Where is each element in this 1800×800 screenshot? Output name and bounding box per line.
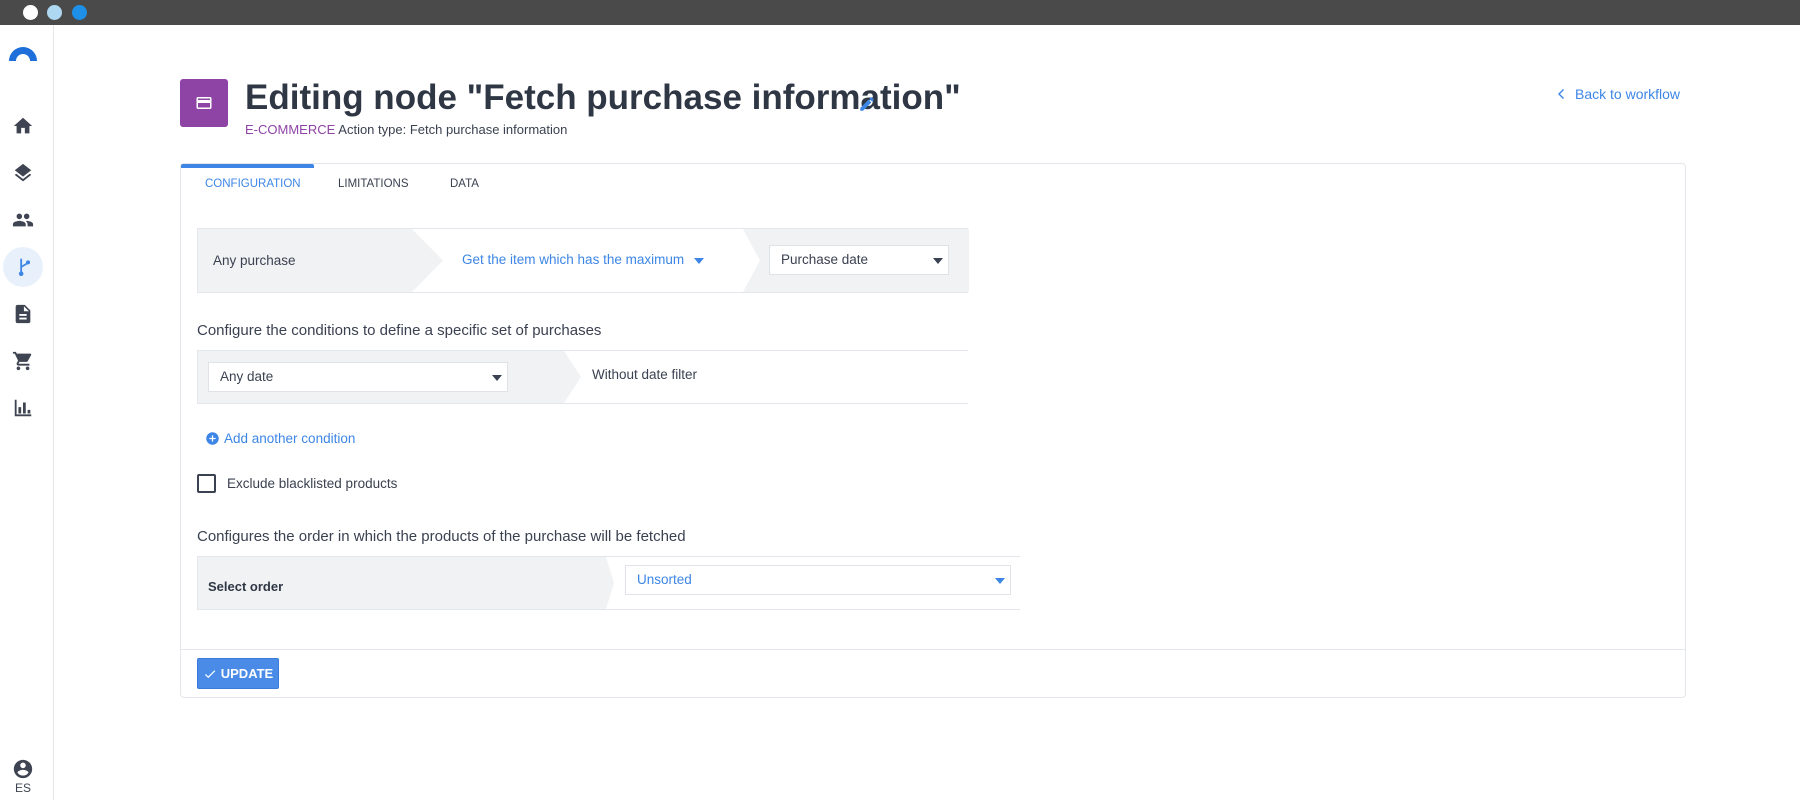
sidebar-item-workflows[interactable] xyxy=(3,247,43,287)
people-icon xyxy=(12,213,34,227)
window-titlebar xyxy=(0,0,1800,25)
document-icon xyxy=(15,304,31,324)
workflow-icon xyxy=(18,258,31,276)
order-title: Select order xyxy=(208,579,284,594)
date-filter-text: Without date filter xyxy=(592,367,698,382)
sidebar-item-ecommerce[interactable] xyxy=(3,341,43,381)
chevron-down-icon xyxy=(492,375,502,381)
page-title: Editing node "Fetch purchase information… xyxy=(245,78,961,117)
credit-card-icon xyxy=(196,97,212,109)
card-footer-divider xyxy=(181,649,1685,650)
chevron-down-icon xyxy=(694,258,704,264)
sidebar-item-home[interactable] xyxy=(3,106,43,146)
plus-circle-icon xyxy=(206,432,219,445)
order-select-value: Unsorted xyxy=(637,572,692,587)
back-link-label: Back to workflow xyxy=(1575,86,1681,102)
aggregation-dropdown[interactable]: Get the item which has the maximum xyxy=(462,252,722,272)
conditions-heading: Configure the conditions to define a spe… xyxy=(197,322,602,339)
field-select-value: Purchase date xyxy=(781,252,869,267)
chevron-down-icon xyxy=(995,578,1005,584)
date-select-value: Any date xyxy=(220,369,274,384)
tab-data[interactable]: DATA xyxy=(450,164,479,204)
tab-configuration[interactable]: CONFIGURATION xyxy=(205,164,301,204)
update-label: UPDATE xyxy=(220,666,274,681)
back-to-workflow-link[interactable]: Back to workflow xyxy=(1557,86,1680,102)
pencil-icon xyxy=(860,97,874,111)
window-close-button[interactable] xyxy=(23,5,38,20)
home-icon xyxy=(13,117,33,134)
add-condition-label: Add another condition xyxy=(224,431,356,446)
date-select[interactable]: Any date xyxy=(208,362,508,392)
node-action-type: Action type: Fetch purchase information xyxy=(338,122,568,137)
field-select[interactable]: Purchase date xyxy=(769,245,949,275)
node-config-card: CONFIGURATION LIMITATIONS DATA Any purch… xyxy=(180,163,1686,698)
update-button[interactable]: UPDATE xyxy=(197,658,279,689)
sidebar: ES xyxy=(0,25,54,800)
date-condition-row: Any date Without date filter xyxy=(197,350,969,404)
account-icon xyxy=(13,759,33,779)
add-condition-link[interactable]: Add another condition xyxy=(205,431,355,446)
bar-chart-icon xyxy=(14,399,32,417)
sidebar-item-documents[interactable] xyxy=(3,294,43,334)
chevron-down-icon xyxy=(933,258,943,264)
window-maximize-button[interactable] xyxy=(72,5,87,20)
layers-icon xyxy=(14,163,32,182)
chevron-left-icon xyxy=(1558,89,1564,99)
check-icon xyxy=(204,669,215,678)
purchase-selector-row: Any purchase Get the item which has the … xyxy=(197,228,969,293)
exclude-blacklisted-checkbox[interactable] xyxy=(197,474,216,493)
sidebar-item-layers[interactable] xyxy=(3,153,43,193)
sidebar-item-reports[interactable] xyxy=(3,388,43,428)
app-logo[interactable] xyxy=(7,45,39,65)
edit-title-button[interactable] xyxy=(858,95,876,113)
account-language[interactable]: ES xyxy=(4,758,42,795)
sidebar-item-contacts[interactable] xyxy=(3,200,43,240)
node-subtitle: E-COMMERCE Action type: Fetch purchase in… xyxy=(245,122,567,137)
tab-limitations[interactable]: LIMITATIONS xyxy=(338,164,409,204)
language-label: ES xyxy=(14,781,31,795)
order-select[interactable]: Unsorted xyxy=(625,565,1011,595)
exclude-blacklisted-label: Exclude blacklisted products xyxy=(227,476,398,491)
node-category: E-COMMERCE xyxy=(245,122,336,137)
purchase-scope-label: Any purchase xyxy=(213,253,296,268)
node-type-badge xyxy=(180,79,228,127)
cart-icon xyxy=(12,351,32,371)
order-row: Select order Unsorted xyxy=(197,556,1021,610)
window-minimize-button[interactable] xyxy=(47,5,62,20)
order-heading: Configures the order in which the produc… xyxy=(197,528,686,545)
aggregation-value: Get the item which has the maximum xyxy=(462,252,685,267)
